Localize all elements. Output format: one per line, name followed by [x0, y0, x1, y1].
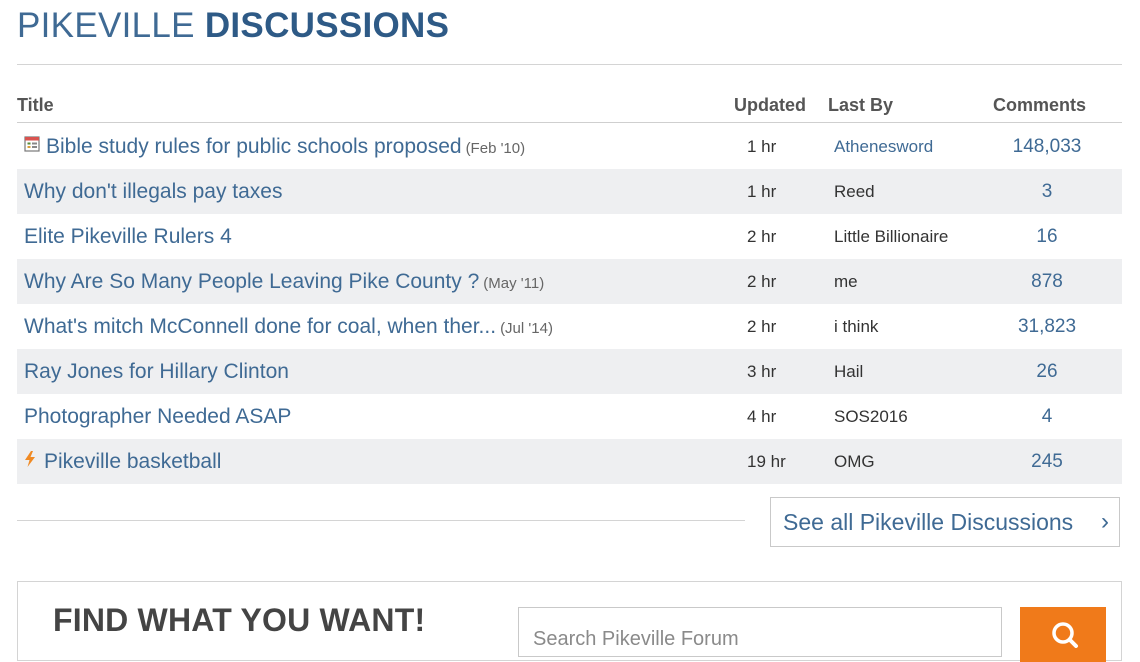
column-header-comments: Comments [993, 95, 1087, 115]
comment-count-link[interactable]: 31,823 [1007, 304, 1087, 349]
see-all-discussions-button[interactable]: See all Pikeville Discussions › [770, 497, 1120, 547]
table-row: Pikeville basketball 19 hr OMG 245 [17, 439, 1122, 484]
chevron-right-icon: › [1101, 508, 1109, 535]
table-row: Elite Pikeville Rulers 4 2 hr Little Bil… [17, 214, 1122, 259]
last-by-user: OMG [834, 452, 875, 471]
thread-title: Elite Pikeville Rulers 4 [24, 225, 232, 248]
column-header-last-by: Last By [828, 95, 894, 115]
find-title: FIND WHAT YOU WANT! [53, 602, 426, 638]
lightning-icon [24, 438, 36, 483]
table-row: Photographer Needed ASAP 4 hr SOS2016 4 [17, 394, 1122, 439]
table-row: Why Are So Many People Leaving Pike Coun… [17, 259, 1122, 304]
title-divider [17, 64, 1122, 65]
table-row: Ray Jones for Hillary Clinton 3 hr Hail … [17, 349, 1122, 394]
thread-date: (Jul '14) [500, 320, 553, 337]
thread-title: Photographer Needed ASAP [24, 405, 292, 428]
thread-date: (Feb '10) [465, 140, 526, 157]
updated-time: 2 hr [747, 227, 777, 246]
table-row: Why don't illegals pay taxes 1 hr Reed 3 [17, 169, 1122, 214]
last-by-user: SOS2016 [834, 407, 908, 426]
updated-time: 3 hr [747, 362, 777, 381]
thread-title-link[interactable]: What's mitch McConnell done for coal, wh… [24, 304, 553, 349]
table-row: What's mitch McConnell done for coal, wh… [17, 304, 1122, 349]
thread-title: Bible study rules for public schools pro… [46, 135, 462, 158]
updated-time: 19 hr [747, 452, 786, 471]
thread-title-link[interactable]: Why Are So Many People Leaving Pike Coun… [24, 259, 544, 304]
header-divider [17, 122, 1122, 123]
updated-time: 4 hr [747, 407, 777, 426]
thread-title: Pikeville basketball [44, 450, 222, 473]
thread-title: Ray Jones for Hillary Clinton [24, 360, 289, 383]
thread-title: Why don't illegals pay taxes [24, 180, 283, 203]
last-by-user: i think [834, 317, 879, 336]
comment-count-link[interactable]: 245 [1007, 439, 1087, 484]
find-panel: FIND WHAT YOU WANT! [17, 581, 1122, 662]
thread-title: What's mitch McConnell done for coal, wh… [24, 315, 497, 338]
thread-title-link[interactable]: Elite Pikeville Rulers 4 [24, 214, 232, 259]
search-icon [1043, 622, 1083, 651]
last-by-user: Hail [834, 362, 864, 381]
page-title: PIKEVILLE DISCUSSIONS [17, 6, 449, 46]
updated-time: 2 hr [747, 317, 777, 336]
footer-divider [17, 520, 745, 521]
comment-count-link[interactable]: 16 [1007, 214, 1087, 259]
thread-title-link[interactable]: Pikeville basketball [24, 439, 221, 484]
see-all-label: See all Pikeville Discussions [783, 509, 1074, 535]
page-title-discussions: DISCUSSIONS [204, 6, 450, 45]
thread-title: Why Are So Many People Leaving Pike Coun… [24, 270, 480, 293]
comment-count-link[interactable]: 148,033 [1007, 124, 1087, 169]
page-title-city: PIKEVILLE [17, 6, 205, 45]
updated-time: 1 hr [747, 182, 777, 201]
thread-title-link[interactable]: Why don't illegals pay taxes [24, 169, 282, 214]
last-by-user: Little Billionaire [834, 227, 949, 246]
thread-table: Bible study rules for public schools pro… [17, 124, 1122, 484]
column-header-updated: Updated [734, 95, 806, 115]
last-by-user-link[interactable]: Athenesword [834, 124, 933, 169]
table-row: Bible study rules for public schools pro… [17, 124, 1122, 169]
thread-title-link[interactable]: Bible study rules for public schools pro… [24, 124, 525, 169]
updated-time: 1 hr [747, 137, 777, 156]
calendar-icon [24, 123, 40, 168]
search-input[interactable] [518, 607, 1002, 657]
search-button[interactable] [1020, 607, 1106, 662]
thread-title-link[interactable]: Ray Jones for Hillary Clinton [24, 349, 289, 394]
comment-count-link[interactable]: 26 [1007, 349, 1087, 394]
comment-count-link[interactable]: 3 [1007, 169, 1087, 214]
thread-date: (May '11) [483, 275, 545, 292]
column-header-title: Title [17, 95, 54, 115]
thread-title-link[interactable]: Photographer Needed ASAP [24, 394, 291, 439]
last-by-user: Reed [834, 182, 875, 201]
comment-count-link[interactable]: 878 [1007, 259, 1087, 304]
comment-count-link[interactable]: 4 [1007, 394, 1087, 439]
updated-time: 2 hr [747, 272, 777, 291]
last-by-user: me [834, 272, 858, 291]
